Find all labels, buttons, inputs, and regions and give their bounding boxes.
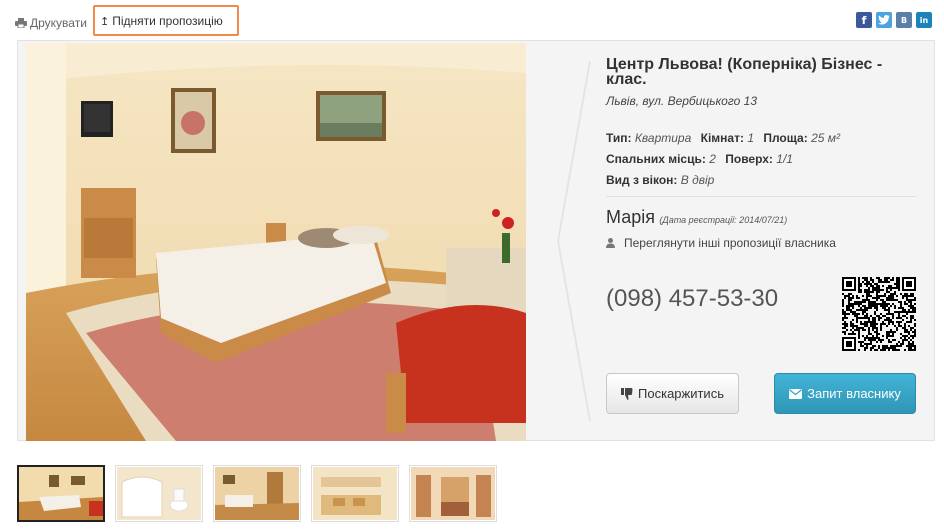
divider-arrow	[556, 61, 591, 421]
thumbnail-2[interactable]	[115, 465, 203, 522]
listing-title: Центр Львова! (Коперніка) Бізнес - клас.	[606, 56, 883, 88]
owner-phone: (098) 457-53-30	[606, 285, 779, 312]
arrow-up-icon: ↥	[100, 15, 110, 28]
type-label: Тип:	[606, 131, 632, 145]
print-link[interactable]: Друкувати	[15, 16, 87, 30]
thumbnail-1[interactable]	[17, 465, 105, 522]
type-value: Квартира	[634, 131, 692, 145]
area-label: Площа:	[763, 131, 808, 145]
linkedin-icon[interactable]: in	[916, 12, 932, 28]
raise-label: Підняти пропозицію	[112, 14, 223, 28]
floor-value: 1/1	[776, 152, 793, 166]
beds-label: Спальних місць:	[606, 152, 706, 166]
photo-thumbnails	[17, 465, 497, 522]
listing-card: Центр Львова! (Коперніка) Бізнес - клас.…	[17, 40, 935, 441]
raise-offer-link[interactable]: ↥ Підняти пропозицію	[100, 14, 223, 28]
request-label: Запит власнику	[807, 386, 901, 401]
facebook-icon[interactable]: f	[856, 12, 872, 28]
other-offers-label: Переглянути інші пропозиції власника	[624, 236, 836, 250]
qr-code	[842, 277, 916, 351]
complain-button[interactable]: Поскаржитись	[606, 373, 739, 414]
listing-info: Центр Львова! (Коперніка) Бізнес - клас.…	[606, 57, 926, 250]
rooms-value: 1	[747, 131, 754, 145]
toolbar: Друкувати	[15, 10, 87, 36]
area-value: 25 м²	[811, 131, 840, 145]
user-icon	[606, 238, 615, 248]
owner-name: Марія	[606, 207, 655, 227]
request-owner-button[interactable]: Запит власнику	[774, 373, 916, 414]
beds-value: 2	[709, 152, 716, 166]
thumbnail-3[interactable]	[213, 465, 301, 522]
owner-other-offers-link[interactable]: Переглянути інші пропозиції власника	[606, 236, 926, 250]
rooms-label: Кімнат:	[700, 131, 744, 145]
listing-properties: Тип: Квартира Кімнат: 1 Площа: 25 м² Спа…	[606, 128, 926, 191]
owner-registration-date: (Дата реєстрації: 2014/07/21)	[659, 215, 788, 225]
thumbnail-4[interactable]	[311, 465, 399, 522]
separator	[606, 196, 916, 197]
view-value: В двір	[680, 173, 715, 187]
print-label: Друкувати	[30, 16, 87, 30]
floor-label: Поверх:	[725, 152, 773, 166]
bedroom-photo	[26, 43, 526, 441]
thumbnail-5[interactable]	[409, 465, 497, 522]
listing-address: Львів, вул. Вербицького 13	[606, 94, 757, 108]
social-share: f В in	[856, 12, 932, 28]
complain-label: Поскаржитись	[638, 386, 724, 401]
vkontakte-icon[interactable]: В	[896, 12, 912, 28]
twitter-icon[interactable]	[876, 12, 892, 28]
print-icon	[15, 18, 27, 28]
view-label: Вид з вікон:	[606, 173, 678, 187]
envelope-icon	[789, 388, 803, 399]
thumbs-down-icon	[621, 387, 633, 400]
main-photo[interactable]	[26, 43, 526, 441]
